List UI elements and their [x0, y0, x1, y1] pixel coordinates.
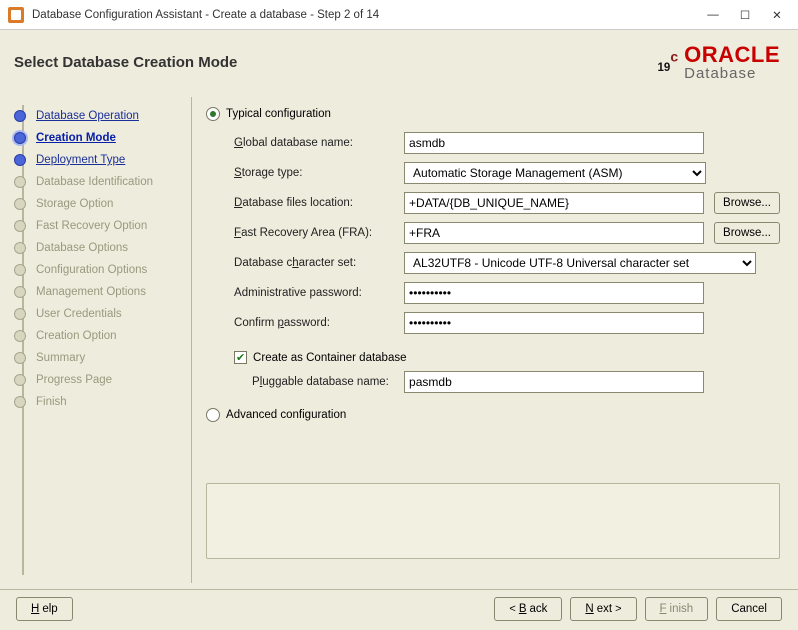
footer-bar: Help < Back Next > Finish Cancel [0, 589, 798, 627]
step-dot-icon [14, 154, 26, 166]
nav-step-5: Fast Recovery Option [0, 215, 191, 237]
step-dot-icon [14, 308, 26, 320]
nav-step-6: Database Options [0, 237, 191, 259]
step-label: User Credentials [36, 308, 122, 320]
admin-pwd-label: Administrative password: [234, 287, 404, 299]
step-label[interactable]: Creation Mode [36, 132, 116, 144]
step-dot-icon [14, 264, 26, 276]
step-dot-icon [14, 110, 26, 122]
storage-type-label: Storage type: [234, 167, 404, 179]
fra-label: Fast Recovery Area (FRA): [234, 227, 404, 239]
checkbox-icon[interactable]: ✔ [234, 351, 247, 364]
window-title: Database Configuration Assistant - Creat… [32, 9, 706, 21]
step-dot-icon [14, 176, 26, 188]
global-db-input[interactable] [404, 132, 704, 154]
page-header: Select Database Creation Mode 19c ORACLE… [0, 30, 798, 91]
step-label: Summary [36, 352, 85, 364]
browse-fra-button[interactable]: Browse... [714, 222, 780, 244]
step-label: Configuration Options [36, 264, 147, 276]
nav-step-13: Finish [0, 391, 191, 413]
pdb-input[interactable] [404, 371, 704, 393]
next-button[interactable]: Next > [570, 597, 636, 621]
nav-step-10: Creation Option [0, 325, 191, 347]
fra-input[interactable] [404, 222, 704, 244]
nav-step-8: Management Options [0, 281, 191, 303]
step-label: Database Identification [36, 176, 153, 188]
global-db-label: Global database name: [234, 137, 404, 149]
step-dot-icon [14, 198, 26, 210]
nav-step-12: Progress Page [0, 369, 191, 391]
container-checkbox-row[interactable]: ✔ Create as Container database [234, 351, 780, 364]
step-dot-icon [14, 330, 26, 342]
confirm-pwd-label: Confirm password: [234, 317, 404, 329]
charset-select[interactable]: AL32UTF8 - Unicode UTF-8 Universal chara… [404, 252, 756, 274]
close-icon[interactable]: ✕ [770, 8, 784, 22]
db-files-label: Database files location: [234, 197, 404, 209]
step-dot-icon [14, 220, 26, 232]
title-bar: Database Configuration Assistant - Creat… [0, 0, 798, 30]
app-icon [8, 7, 24, 23]
nav-step-11: Summary [0, 347, 191, 369]
step-dot-icon [14, 374, 26, 386]
finish-button: Finish [645, 597, 709, 621]
radio-typical[interactable]: Typical configuration [206, 107, 780, 121]
nav-step-3: Database Identification [0, 171, 191, 193]
nav-step-7: Configuration Options [0, 259, 191, 281]
nav-step-4: Storage Option [0, 193, 191, 215]
charset-label: Database character set: [234, 257, 404, 269]
admin-pwd-input[interactable] [404, 282, 704, 304]
nav-step-1[interactable]: Creation Mode [0, 127, 191, 149]
confirm-pwd-input[interactable] [404, 312, 704, 334]
step-label: Finish [36, 396, 67, 408]
step-label: Storage Option [36, 198, 113, 210]
nav-step-0[interactable]: Database Operation [0, 105, 191, 127]
help-button[interactable]: Help [16, 597, 73, 621]
cancel-button[interactable]: Cancel [716, 597, 782, 621]
brand-logo: 19c ORACLE Database [658, 44, 780, 81]
step-label: Database Options [36, 242, 128, 254]
step-dot-icon [14, 132, 26, 144]
radio-icon[interactable] [206, 408, 220, 422]
radio-icon[interactable] [206, 107, 220, 121]
pdb-label: Pluggable database name: [252, 376, 404, 388]
content-area: Typical configuration Global database na… [192, 91, 798, 589]
step-label: Progress Page [36, 374, 112, 386]
radio-advanced[interactable]: Advanced configuration [206, 408, 780, 422]
nav-step-2[interactable]: Deployment Type [0, 149, 191, 171]
step-navigator: Database Operation Creation Mode Deploymen… [0, 91, 191, 589]
nav-step-9: User Credentials [0, 303, 191, 325]
step-dot-icon [14, 242, 26, 254]
step-dot-icon [14, 286, 26, 298]
db-files-input[interactable] [404, 192, 704, 214]
step-label: Fast Recovery Option [36, 220, 147, 232]
step-label: Management Options [36, 286, 146, 298]
step-dot-icon [14, 352, 26, 364]
step-label: Creation Option [36, 330, 117, 342]
step-label[interactable]: Database Operation [36, 110, 139, 122]
step-dot-icon [14, 396, 26, 408]
step-label[interactable]: Deployment Type [36, 154, 125, 166]
back-button[interactable]: < Back [494, 597, 562, 621]
message-box [206, 483, 780, 559]
minimize-icon[interactable]: — [706, 8, 720, 22]
page-title: Select Database Creation Mode [14, 54, 658, 71]
browse-files-button[interactable]: Browse... [714, 192, 780, 214]
storage-type-select[interactable]: Automatic Storage Management (ASM) [404, 162, 706, 184]
maximize-icon[interactable]: ☐ [738, 8, 752, 22]
